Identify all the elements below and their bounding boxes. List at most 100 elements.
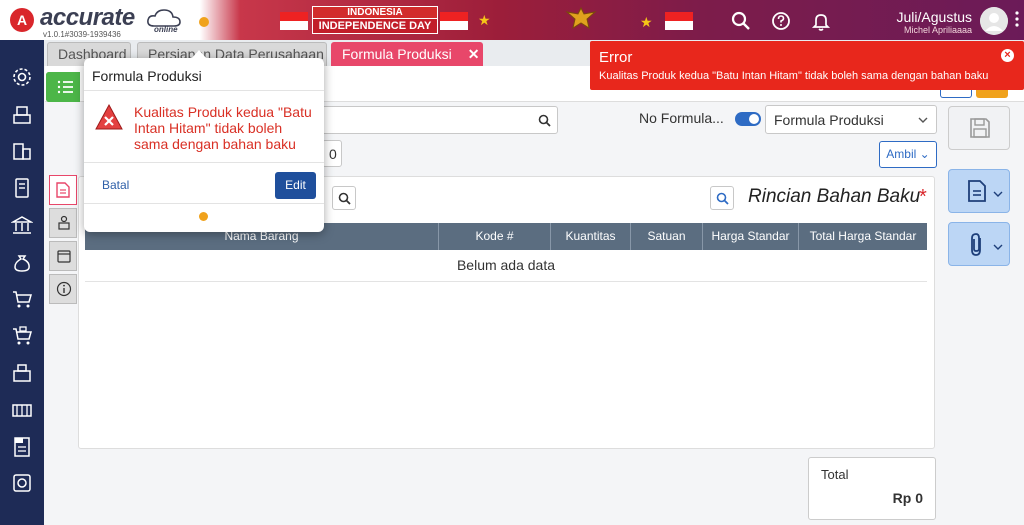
formula-select-value: Formula Produksi xyxy=(774,112,884,128)
flag-icon xyxy=(280,12,308,30)
flag-icon xyxy=(440,12,468,30)
sidebar xyxy=(0,40,44,525)
side-tab-detail[interactable] xyxy=(49,175,77,205)
column-header[interactable]: Satuan xyxy=(631,223,703,250)
batal-button[interactable]: Batal xyxy=(102,178,129,192)
warning-icon xyxy=(95,103,123,130)
bank-icon[interactable] xyxy=(11,214,33,236)
calendar-icon xyxy=(57,250,71,263)
box-person-icon xyxy=(58,215,70,230)
settings-icon[interactable] xyxy=(11,66,33,88)
close-icon[interactable]: × xyxy=(1001,49,1014,62)
shopping-cart-icon[interactable] xyxy=(11,288,33,310)
no-formula-label: No Formula... xyxy=(639,110,724,126)
sales-cart-icon[interactable] xyxy=(11,325,33,347)
attachment-button[interactable] xyxy=(948,222,1010,266)
chevron-down-icon: ⌄ xyxy=(919,147,930,161)
star-icon: ★ xyxy=(640,14,653,30)
logo-badge: A xyxy=(10,8,34,32)
column-header[interactable]: Total Harga Standar xyxy=(799,223,927,250)
column-header[interactable]: Kode # xyxy=(439,223,551,250)
more-vertical-icon[interactable] xyxy=(1012,8,1022,30)
total-box: Total Rp 0 xyxy=(808,457,936,520)
logo-text: accurate xyxy=(40,4,135,31)
tab-label: Formula Produksi xyxy=(342,46,452,62)
chevron-down-icon xyxy=(993,191,1003,197)
notification-dot xyxy=(199,17,209,27)
side-tab-info[interactable] xyxy=(49,274,77,304)
tab-formula-produksi[interactable]: Formula Produksi ✕ xyxy=(331,42,483,66)
auto-number-toggle[interactable] xyxy=(735,112,761,126)
search-icon[interactable] xyxy=(538,114,551,127)
column-header[interactable]: Harga Standar xyxy=(703,223,799,250)
document-list-icon[interactable] xyxy=(11,177,33,199)
app-logo[interactable]: A accurate online v1.0.1#3039-1939436 xyxy=(10,4,210,39)
chevron-down-icon xyxy=(993,244,1003,250)
toast-message: Kualitas Produk kedua "Batu Intan Hitam"… xyxy=(599,70,989,82)
hidden-toolbar-button[interactable] xyxy=(940,90,972,98)
quantity-field[interactable]: 0 xyxy=(322,140,342,167)
building-icon[interactable] xyxy=(11,140,33,162)
money-bag-icon[interactable] xyxy=(11,251,33,273)
app-version: v1.0.1#3039-1939436 xyxy=(43,30,121,39)
help-icon[interactable] xyxy=(770,10,792,32)
save-button[interactable] xyxy=(948,106,1010,150)
bank-register-icon[interactable] xyxy=(11,104,33,126)
popover-title: Formula Produksi xyxy=(92,68,202,84)
user-name: Michel Apriliaaaa xyxy=(903,25,972,35)
validation-popover: Formula Produksi Kualitas Produk kedua "… xyxy=(84,50,324,232)
avatar[interactable] xyxy=(980,7,1008,35)
hidden-toolbar-button[interactable] xyxy=(976,90,1008,98)
search-icon[interactable] xyxy=(730,10,752,32)
banner-title: INDONESIA INDEPENDENCE DAY xyxy=(312,6,438,34)
panel-search-button[interactable] xyxy=(332,186,356,210)
star-icon: ★ xyxy=(478,12,491,28)
search-icon xyxy=(338,192,351,205)
side-tab-cost[interactable] xyxy=(49,241,77,271)
formula-select[interactable]: Formula Produksi xyxy=(765,105,937,134)
list-menu-icon[interactable] xyxy=(46,72,80,102)
flag-icon xyxy=(665,12,693,30)
save-icon xyxy=(970,118,990,138)
detail-search-button[interactable] xyxy=(710,186,734,210)
column-header[interactable]: Kuantitas xyxy=(551,223,631,250)
independence-banner: INDONESIA INDEPENDENCE DAY ★ ★ xyxy=(240,4,700,36)
edit-button[interactable]: Edit xyxy=(275,172,316,199)
logo-online-text: online xyxy=(154,25,178,34)
toast-title: Error xyxy=(599,49,633,66)
document-icon xyxy=(56,182,70,198)
empty-table-message: Belum ada data xyxy=(85,250,927,282)
divider xyxy=(84,162,324,163)
indicator-dot xyxy=(199,212,208,221)
total-label: Total xyxy=(821,467,849,482)
top-bar: A accurate online v1.0.1#3039-1939436 IN… xyxy=(0,0,1024,40)
tab-close-icon[interactable]: ✕ xyxy=(468,46,480,62)
period-label[interactable]: Juli/Agustus xyxy=(890,9,972,25)
garuda-emblem-icon xyxy=(565,6,597,30)
inventory-icon[interactable] xyxy=(11,362,33,384)
info-icon xyxy=(56,281,72,297)
popover-arrow xyxy=(191,50,207,59)
banner-line1: INDONESIA xyxy=(312,6,438,19)
panel-title: Rincian Bahan Baku xyxy=(748,186,921,207)
document-icon xyxy=(968,180,986,202)
report-icon[interactable] xyxy=(11,472,33,494)
popover-message: Kualitas Produk kedua "Batu Intan Hitam"… xyxy=(134,104,312,152)
tax-icon[interactable] xyxy=(11,436,33,458)
divider xyxy=(84,203,324,204)
side-tab-items[interactable] xyxy=(49,208,77,238)
paperclip-icon xyxy=(971,233,981,256)
total-value: Rp 0 xyxy=(892,490,923,506)
required-mark: * xyxy=(919,186,927,208)
fixed-asset-icon[interactable] xyxy=(11,399,33,421)
chevron-down-icon xyxy=(918,117,928,123)
bell-icon[interactable] xyxy=(810,10,832,32)
ambil-button[interactable]: Ambil ⌄ xyxy=(879,141,937,168)
quantity-value: 0 xyxy=(329,146,337,162)
banner-line2: INDEPENDENCE DAY xyxy=(312,19,438,34)
item-search-input[interactable] xyxy=(300,106,558,134)
ambil-label: Ambil xyxy=(886,147,917,161)
error-toast: Error Kualitas Produk kedua "Batu Intan … xyxy=(590,41,1024,90)
document-menu-button[interactable] xyxy=(948,169,1010,213)
divider xyxy=(84,90,324,91)
